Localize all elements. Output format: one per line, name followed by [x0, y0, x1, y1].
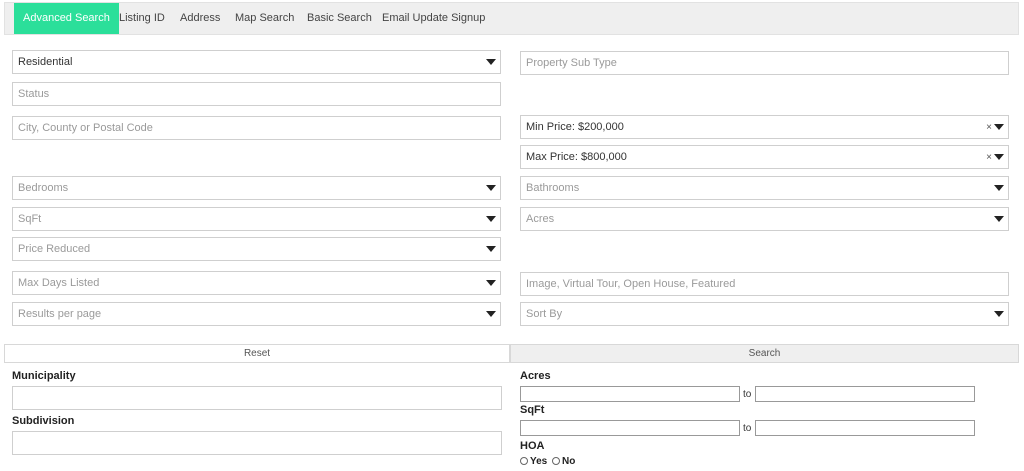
sqft-min-input[interactable] — [520, 420, 740, 436]
results-per-page-placeholder: Results per page — [18, 308, 102, 320]
min-price-select[interactable]: Min Price: $200,000 × — [520, 115, 1009, 139]
clear-icon[interactable]: × — [986, 147, 992, 168]
hoa-yes-radio[interactable] — [520, 457, 528, 465]
reset-button[interactable]: Reset — [4, 344, 510, 363]
hoa-no-radio[interactable] — [552, 457, 561, 465]
acres-max-input[interactable] — [755, 386, 975, 402]
caret-down-icon — [994, 311, 1004, 317]
hoa-radio-group: Yes No — [520, 456, 577, 468]
tab-map-search[interactable]: Map Search — [235, 3, 294, 34]
hoa-yes-label: Yes — [530, 456, 548, 467]
property-sub-type-input[interactable] — [520, 51, 1009, 75]
hoa-no-label: No — [562, 456, 576, 467]
sort-by-select[interactable]: Sort By — [520, 302, 1009, 326]
tab-email-update-signup[interactable]: Email Update Signup — [382, 3, 485, 34]
min-price-value: Min Price: $200,000 — [526, 121, 624, 133]
municipality-field[interactable] — [13, 387, 501, 409]
search-button[interactable]: Search — [510, 344, 1019, 363]
max-price-select[interactable]: Max Price: $800,000 × — [520, 145, 1009, 169]
max-days-listed-placeholder: Max Days Listed — [18, 277, 100, 289]
caret-down-icon — [486, 185, 496, 191]
subdivision-input[interactable] — [12, 431, 502, 455]
acres-min-input[interactable] — [520, 386, 740, 402]
caret-down-icon — [486, 280, 496, 286]
caret-down-icon — [994, 185, 1004, 191]
acres-max-field[interactable] — [756, 387, 974, 401]
acres-to-label: to — [743, 389, 752, 400]
acres-placeholder: Acres — [526, 213, 555, 225]
results-per-page-select[interactable]: Results per page — [12, 302, 501, 326]
sqft-min-field[interactable] — [521, 421, 739, 435]
price-reduced-placeholder: Price Reduced — [18, 243, 91, 255]
sqft-range-label: SqFt — [520, 404, 545, 416]
property-type-value: Residential — [18, 56, 73, 68]
sqft-max-field[interactable] — [756, 421, 974, 435]
sqft-max-input[interactable] — [755, 420, 975, 436]
caret-down-icon — [994, 154, 1004, 160]
sqft-placeholder: SqFt — [18, 213, 42, 225]
tab-address[interactable]: Address — [180, 3, 220, 34]
subdivision-label: Subdivision — [12, 415, 75, 427]
subdivision-field[interactable] — [13, 432, 501, 454]
municipality-label: Municipality — [12, 370, 76, 382]
status-field[interactable] — [18, 84, 452, 104]
hoa-label: HOA — [520, 440, 545, 452]
municipality-input[interactable] — [12, 386, 502, 410]
caret-down-icon — [994, 124, 1004, 130]
search-tabs: Advanced Search Listing ID Address Map S… — [4, 2, 1019, 35]
tab-listing-id[interactable]: Listing ID — [119, 3, 165, 34]
acres-range-label: Acres — [520, 370, 551, 382]
bathrooms-select[interactable]: Bathrooms — [520, 176, 1009, 200]
location-input[interactable] — [12, 116, 501, 140]
caret-down-icon — [486, 59, 496, 65]
sort-by-placeholder: Sort By — [526, 308, 563, 320]
clear-icon[interactable]: × — [986, 117, 992, 138]
max-days-listed-select[interactable]: Max Days Listed — [12, 271, 501, 295]
caret-down-icon — [486, 216, 496, 222]
bedrooms-placeholder: Bedrooms — [18, 182, 69, 194]
tab-advanced-search[interactable]: Advanced Search — [14, 3, 119, 34]
price-reduced-select[interactable]: Price Reduced — [12, 237, 501, 261]
features-field[interactable] — [526, 274, 960, 294]
acres-select[interactable]: Acres — [520, 207, 1009, 231]
property-sub-type-field[interactable] — [526, 53, 960, 73]
status-input[interactable] — [12, 82, 501, 106]
caret-down-icon — [486, 311, 496, 317]
property-type-select[interactable]: Residential — [12, 50, 501, 74]
acres-min-field[interactable] — [521, 387, 739, 401]
caret-down-icon — [486, 246, 496, 252]
tab-basic-search[interactable]: Basic Search — [307, 3, 372, 34]
bathrooms-placeholder: Bathrooms — [526, 182, 580, 194]
sqft-to-label: to — [743, 423, 752, 434]
caret-down-icon — [994, 216, 1004, 222]
bedrooms-select[interactable]: Bedrooms — [12, 176, 501, 200]
max-price-value: Max Price: $800,000 — [526, 151, 627, 163]
sqft-select[interactable]: SqFt — [12, 207, 501, 231]
features-input[interactable] — [520, 272, 1009, 296]
location-field[interactable] — [18, 118, 452, 138]
